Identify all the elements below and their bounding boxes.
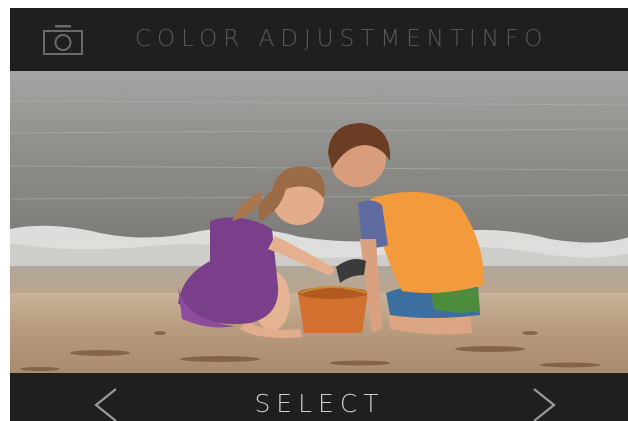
menu-color-adjustment[interactable]: COLOR ADJUSTMENT: [135, 22, 470, 56]
beach-photo: [10, 71, 628, 373]
menu-info[interactable]: INFO: [469, 22, 548, 56]
bottom-nav-bar: SELECT: [10, 373, 628, 421]
chevron-right-icon[interactable]: [530, 387, 558, 421]
photo-app-screen: COLOR ADJUSTMENT INFO SELECT: [10, 8, 628, 421]
top-menu-bar: COLOR ADJUSTMENT INFO: [10, 8, 628, 71]
beach-photo-image: [10, 71, 628, 373]
camera-icon[interactable]: [42, 24, 84, 56]
